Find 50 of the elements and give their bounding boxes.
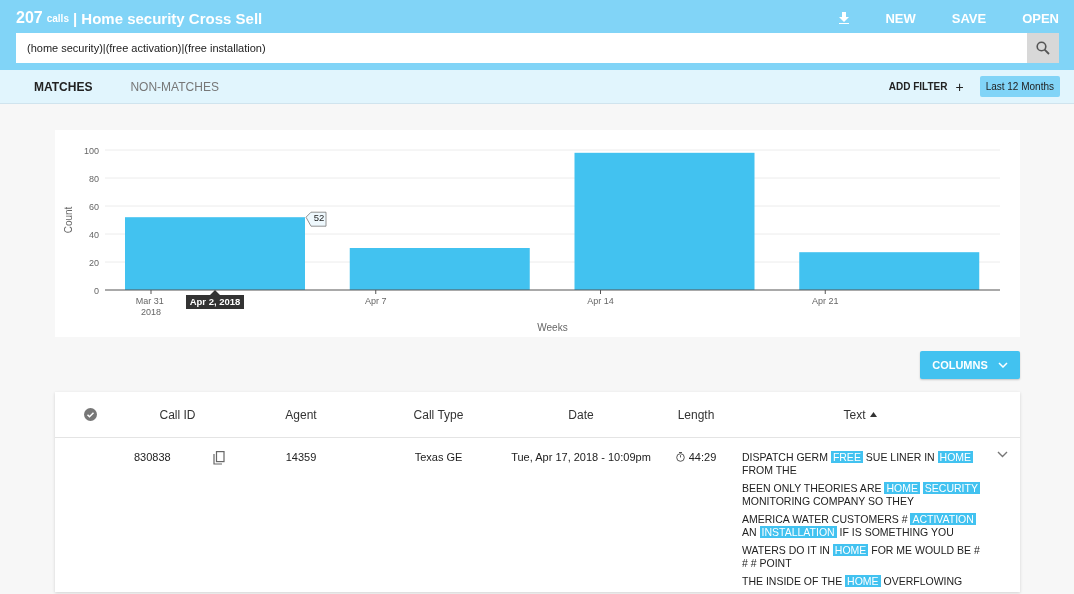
y-tick-label: 80	[89, 173, 99, 184]
call-date: Tue, Apr 17, 2018 - 10:09pm	[511, 451, 651, 463]
download-icon	[839, 12, 850, 24]
x-tick-label: Apr 21	[812, 296, 839, 306]
annotation: 52	[313, 212, 325, 224]
call-type: Texas GE	[414, 451, 463, 463]
search-icon	[1036, 41, 1050, 55]
call-id: 830838	[134, 451, 171, 465]
transcript-snippet: BEEN ONLY THEORIES ARE HOME SECURITY MONITORING COMPANY SO THEY	[742, 482, 981, 508]
transcript-snippet: THE INSIDE OF THE HOME OVERFLOWING	[742, 575, 964, 588]
add-filter-button[interactable]: ADD FILTER +	[888, 78, 964, 95]
copy-icon[interactable]	[213, 451, 225, 465]
call-length: 44:29	[688, 451, 717, 463]
date-tooltip: Apr 2, 2018	[186, 290, 244, 309]
column-header[interactable]: Length	[677, 407, 715, 422]
expand-button[interactable]	[997, 451, 1008, 458]
report-title: | Home security Cross Sell	[72, 9, 263, 27]
value-tooltip: 52	[305, 211, 327, 227]
sort-icon	[869, 412, 877, 417]
select-all-icon[interactable]	[83, 408, 97, 421]
agent-id: 14359	[285, 451, 317, 463]
x-tick-label: Apr 14	[587, 296, 614, 306]
x-tick-label: Apr 7	[365, 296, 387, 306]
column-header[interactable]: Agent	[285, 407, 317, 422]
column-header[interactable]: Date	[568, 407, 594, 422]
column-header[interactable]: Text	[843, 407, 877, 422]
y-axis-title: Count	[63, 206, 74, 234]
y-tick-label: 100	[83, 145, 99, 156]
y-tick-label: 60	[89, 201, 99, 212]
download-button[interactable]	[839, 12, 850, 24]
column-header[interactable]: Call ID	[159, 407, 196, 422]
search-button[interactable]	[1027, 33, 1059, 63]
call-count: 207	[16, 9, 43, 27]
bar[interactable]	[799, 252, 980, 290]
tab[interactable]: MATCHES	[20, 79, 107, 94]
transcript-snippet: AMERICA WATER CUSTOMERS # ACTIVATION AN INSTALLATION IF IS SOMETHING YOU	[742, 513, 977, 539]
date-range-button[interactable]: Last 12 Months	[979, 76, 1060, 97]
column-header[interactable]: Call Type	[413, 407, 464, 422]
stopwatch-icon	[675, 452, 685, 462]
chevron-down-icon	[997, 362, 1008, 368]
bar[interactable]	[349, 248, 530, 290]
count-unit: calls	[46, 12, 69, 24]
y-tick-label: 20	[89, 257, 99, 268]
transcript-snippet: DISPATCH GERM FREE SUE LINER IN HOME FROM THE	[742, 451, 975, 477]
y-tick-label: 40	[89, 229, 99, 240]
transcript-snippet: WATERS DO IT IN HOME FOR ME WOULD BE # # # POINT	[742, 544, 981, 570]
tab[interactable]: NON-MATCHES	[116, 79, 233, 94]
x-tick-label: Mar 31 2018	[135, 296, 164, 317]
y-tick-label: 0	[94, 285, 99, 296]
x-axis-title: Weeks	[537, 322, 568, 333]
